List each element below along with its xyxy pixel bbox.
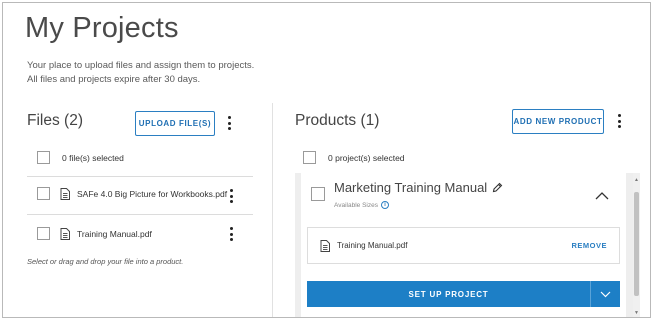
subtitle-line-1: Your place to upload files and assign th… — [27, 60, 255, 71]
setup-project-split-button: SET UP PROJECT — [307, 281, 620, 307]
available-sizes-label: Available Sizes — [334, 201, 378, 209]
products-select-all-checkbox[interactable] — [303, 151, 316, 164]
file-menu-icon[interactable] — [226, 225, 236, 243]
attached-file-row: Training Manual.pdf REMOVE — [307, 227, 620, 264]
projects-selected-count: 0 project(s) selected — [328, 152, 405, 163]
chevron-down-icon — [600, 291, 611, 297]
pencil-icon[interactable] — [492, 182, 503, 193]
drag-drop-hint: Select or drag and drop your file into a… — [27, 257, 184, 266]
files-select-all-checkbox[interactable] — [37, 151, 50, 164]
product-title-row: Marketing Training Manual — [334, 180, 503, 195]
file-name: SAFe 4.0 Big Picture for Workbooks.pdf — [77, 188, 228, 199]
attached-file-name: Training Manual.pdf — [337, 241, 408, 250]
files-column: Files (2) UPLOAD FILE(S) 0 file(s) selec… — [27, 105, 259, 275]
products-select-all-row: 0 project(s) selected — [295, 151, 405, 164]
products-heading: Products (1) — [295, 112, 380, 129]
files-select-all-row: 0 file(s) selected — [27, 151, 124, 164]
products-column: Products (1) ADD NEW PRODUCT 0 project(s… — [295, 105, 640, 317]
file-row[interactable]: SAFe 4.0 Big Picture for Workbooks.pdf — [27, 187, 253, 200]
remove-file-button[interactable]: REMOVE — [571, 241, 607, 250]
available-sizes: Available Sizes i — [334, 201, 389, 209]
products-menu-icon[interactable] — [614, 112, 624, 130]
file-checkbox[interactable] — [37, 227, 50, 240]
document-icon — [60, 227, 70, 240]
product-title: Marketing Training Manual — [334, 180, 488, 195]
files-divider — [27, 176, 253, 177]
setup-project-dropdown[interactable] — [591, 291, 620, 298]
setup-project-button[interactable]: SET UP PROJECT — [307, 290, 590, 299]
chevron-up-icon[interactable] — [595, 191, 609, 200]
product-card: Marketing Training Manual Available Size… — [301, 173, 626, 317]
add-new-product-button[interactable]: ADD NEW PRODUCT — [512, 109, 604, 134]
product-checkbox[interactable] — [311, 187, 325, 201]
files-divider — [27, 214, 253, 215]
files-menu-icon[interactable] — [224, 114, 234, 132]
scrollbar-thumb[interactable] — [634, 192, 639, 296]
my-projects-window: My Projects Your place to upload files a… — [2, 2, 651, 318]
subtitle-line-2: All files and projects expire after 30 d… — [27, 74, 201, 85]
info-icon[interactable]: i — [380, 201, 389, 209]
page-subtitle: Your place to upload files and assign th… — [27, 59, 254, 87]
files-selected-count: 0 file(s) selected — [62, 152, 124, 163]
document-icon — [60, 187, 70, 200]
scroll-up-arrow-icon[interactable]: ▲ — [634, 177, 639, 183]
file-row[interactable]: Training Manual.pdf — [27, 227, 253, 240]
upload-files-button[interactable]: UPLOAD FILE(S) — [135, 111, 215, 136]
column-divider — [272, 103, 273, 317]
files-heading: Files (2) — [27, 112, 83, 129]
file-name: Training Manual.pdf — [77, 228, 152, 239]
products-scroll-area[interactable]: Marketing Training Manual Available Size… — [295, 173, 640, 317]
page-title: My Projects — [25, 12, 179, 44]
document-icon — [320, 239, 330, 252]
file-menu-icon[interactable] — [226, 187, 236, 205]
file-checkbox[interactable] — [37, 187, 50, 200]
scroll-down-arrow-icon[interactable]: ▼ — [634, 310, 639, 316]
